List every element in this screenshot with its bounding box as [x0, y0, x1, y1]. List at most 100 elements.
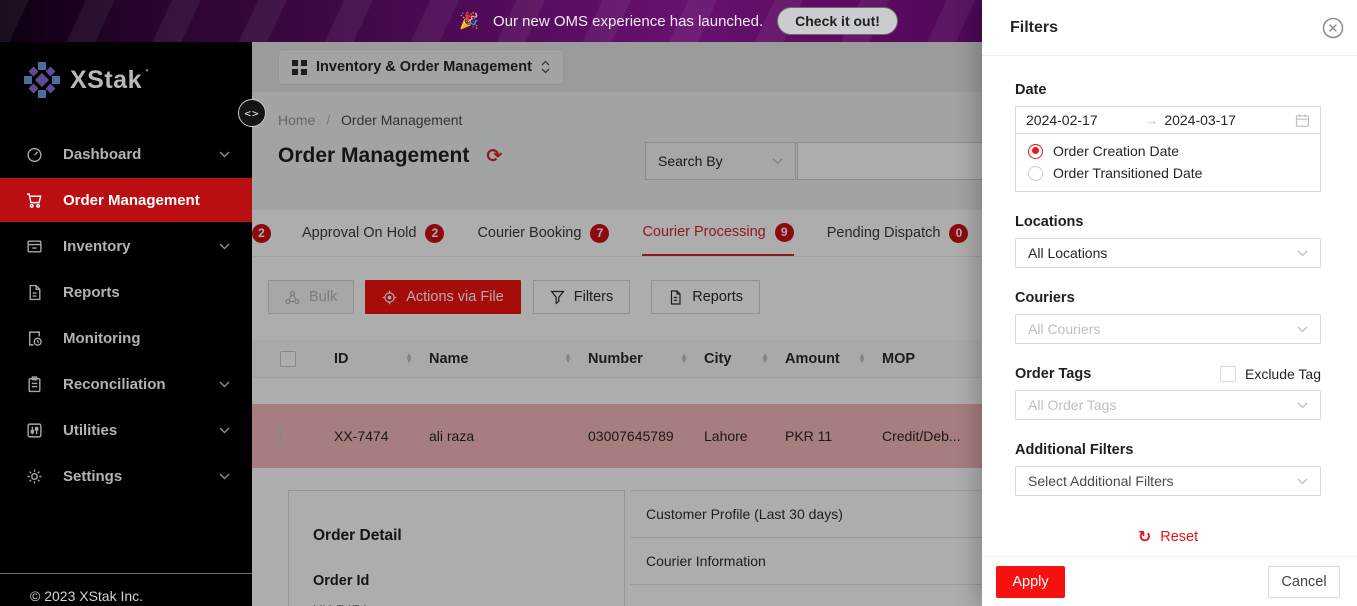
order-tags-value: All Order Tags: [1028, 397, 1116, 413]
locations-label: Locations: [1015, 214, 1321, 230]
monitoring-icon: [26, 330, 43, 347]
order-detail-title: Order Detail: [313, 527, 600, 545]
updown-arrows-icon: [541, 60, 550, 74]
tab-pending-dispatch[interactable]: Pending Dispatch 0: [827, 210, 969, 256]
reconciliation-icon: [26, 376, 43, 393]
additional-filters-label: Additional Filters: [1015, 442, 1321, 458]
order-tags-select[interactable]: All Order Tags: [1015, 390, 1321, 420]
xstak-logo-icon: [24, 62, 60, 98]
order-tags-section: Order Tags Exclude Tag All Order Tags: [1015, 366, 1321, 420]
app-switcher-select[interactable]: Inventory & Order Management: [278, 49, 564, 85]
drawer-body: Date 2024-02-17 → 2024-03-17 Order Creat…: [982, 56, 1357, 546]
bulk-button[interactable]: Bulk: [268, 280, 354, 314]
date-to-value[interactable]: 2024-03-17: [1164, 112, 1289, 128]
copyright-text: © 2023 XStak Inc.: [30, 588, 143, 604]
close-icon[interactable]: [1321, 16, 1345, 40]
tab-label: Approval On Hold: [302, 225, 416, 241]
sort-icon[interactable]: ▲▼: [680, 354, 688, 363]
sidebar-item-order-management[interactable]: Order Management: [0, 178, 252, 222]
breadcrumb-home[interactable]: Home: [278, 112, 315, 128]
tab-count-badge: 2: [252, 224, 271, 243]
locations-section: Locations All Locations: [1015, 214, 1321, 268]
actions-via-file-button[interactable]: Actions via File: [365, 280, 521, 314]
radio-order-creation-date[interactable]: Order Creation Date: [1028, 143, 1308, 159]
apply-button[interactable]: Apply: [996, 566, 1065, 598]
sidebar-collapse-button[interactable]: <>: [238, 99, 266, 127]
file-icon: [668, 290, 683, 305]
bulk-label: Bulk: [309, 289, 337, 305]
cell-id: XX-7474: [334, 428, 429, 444]
couriers-label: Couriers: [1015, 290, 1321, 306]
sidebar-item-reports[interactable]: Reports: [0, 270, 252, 314]
sidebar-item-utilities[interactable]: Utilities: [0, 408, 252, 452]
sort-icon[interactable]: ▲▼: [564, 354, 572, 363]
sidebar-item-label: Dashboard: [63, 146, 199, 163]
sort-icon[interactable]: ▲▼: [761, 354, 769, 363]
tab-courier-processing[interactable]: Courier Processing 9: [642, 210, 793, 256]
cell-number: 03007645789: [588, 428, 704, 444]
radio-order-transitioned-date[interactable]: Order Transitioned Date: [1028, 165, 1308, 181]
chevron-down-icon: [219, 427, 230, 434]
bulk-icon: [285, 290, 300, 305]
additional-filters-select[interactable]: Select Additional Filters: [1015, 466, 1321, 496]
sort-icon[interactable]: ▲▼: [405, 354, 413, 363]
select-all-checkbox[interactable]: [280, 351, 296, 367]
tab-count-badge: 2: [425, 224, 444, 243]
chevron-down-icon: [772, 158, 783, 165]
cancel-button[interactable]: Cancel: [1268, 566, 1340, 598]
tab-approval-on-hold[interactable]: Approval On Hold 2: [302, 210, 444, 256]
couriers-select[interactable]: All Couriers: [1015, 314, 1321, 344]
column-header-id: ID: [334, 351, 349, 367]
refresh-icon[interactable]: ⟳: [486, 145, 502, 167]
date-range-picker[interactable]: 2024-02-17 → 2024-03-17: [1015, 106, 1321, 134]
filters-button[interactable]: Filters: [533, 280, 630, 314]
exclude-tag-checkbox-row[interactable]: Exclude Tag: [1220, 366, 1321, 382]
row-checkbox[interactable]: [280, 427, 282, 445]
tab-count-badge: 9: [775, 223, 794, 242]
exclude-tag-label: Exclude Tag: [1245, 366, 1321, 382]
actions-via-file-label: Actions via File: [406, 289, 504, 305]
sort-icon[interactable]: ▲▼: [858, 354, 866, 363]
radio-label: Order Creation Date: [1053, 143, 1179, 159]
exclude-tag-checkbox[interactable]: [1220, 366, 1236, 382]
xstak-logo: XStak: [0, 42, 252, 98]
sidebar-item-reconciliation[interactable]: Reconciliation: [0, 362, 252, 406]
sidebar-footer: © 2023 XStak Inc.: [0, 573, 252, 606]
cell-name: ali raza: [429, 428, 588, 444]
tab-label: Courier Booking: [477, 225, 581, 241]
reset-label: Reset: [1160, 529, 1198, 545]
aim-icon: [382, 290, 397, 305]
chevron-down-icon: [219, 381, 230, 388]
breadcrumb-current: Order Management: [341, 112, 462, 128]
order-id-label: Order Id: [313, 573, 600, 589]
chevron-down-icon: [1297, 326, 1308, 333]
cart-icon: [26, 192, 43, 209]
date-from-value[interactable]: 2024-02-17: [1026, 112, 1139, 128]
locations-select[interactable]: All Locations: [1015, 238, 1321, 268]
banner-message: Our new OMS experience has launched.: [493, 13, 763, 30]
drawer-title: Filters: [1010, 19, 1058, 37]
chevron-down-icon: [1297, 478, 1308, 485]
sidebar-item-label: Settings: [63, 468, 199, 485]
sidebar-item-dashboard[interactable]: Dashboard: [0, 132, 252, 176]
tab-count-badge: 7: [590, 224, 609, 243]
chevron-down-icon: [219, 243, 230, 250]
sidebar-item-label: Inventory: [63, 238, 199, 255]
chevron-down-icon: [1297, 402, 1308, 409]
tab-hidden[interactable]: 2: [252, 210, 271, 256]
breadcrumb: Home / Order Management: [278, 112, 462, 128]
sidebar-item-inventory[interactable]: Inventory: [0, 224, 252, 268]
order-tags-label: Order Tags: [1015, 366, 1091, 382]
sidebar-item-label: Order Management: [63, 192, 230, 209]
couriers-value: All Couriers: [1028, 321, 1100, 337]
sidebar-item-settings[interactable]: Settings: [0, 454, 252, 498]
column-header-name: Name: [429, 351, 469, 367]
sidebar-item-monitoring[interactable]: Monitoring: [0, 316, 252, 360]
check-it-out-button[interactable]: Check it out!: [777, 7, 898, 35]
sidebar: XStak Dashboard Order Management Invento…: [0, 42, 252, 606]
search-by-select[interactable]: Search By: [645, 142, 796, 180]
reports-button[interactable]: Reports: [651, 280, 760, 314]
reset-link[interactable]: ↻ Reset: [1015, 527, 1321, 546]
tab-courier-booking[interactable]: Courier Booking 7: [477, 210, 609, 256]
cell-city: Lahore: [704, 428, 785, 444]
